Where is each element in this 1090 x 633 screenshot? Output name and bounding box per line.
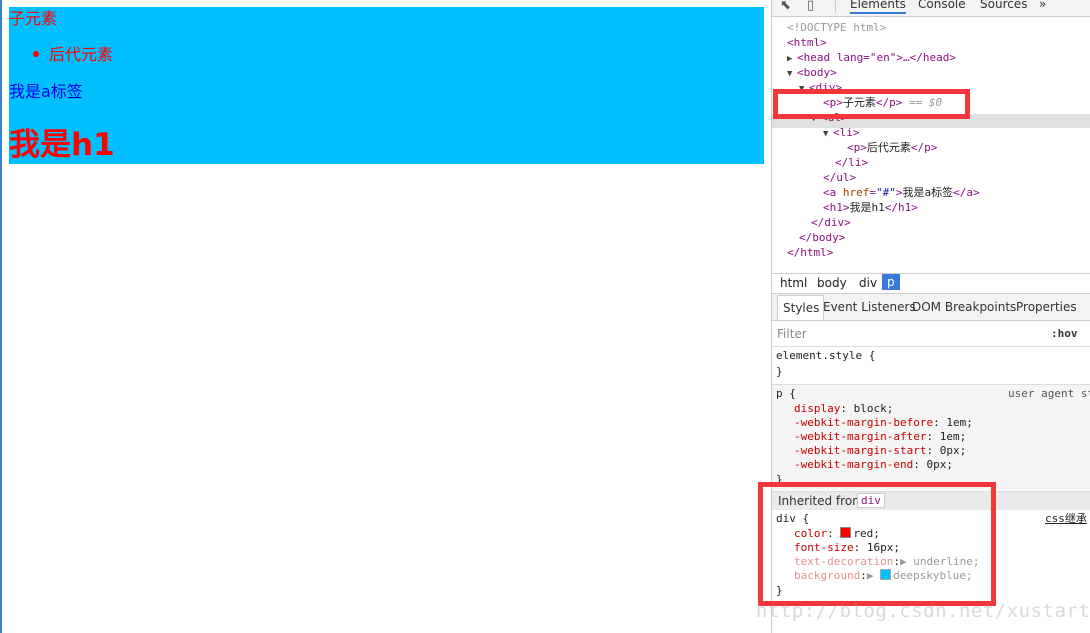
dom-doctype: <!DOCTYPE html> <box>787 21 887 34</box>
breadcrumb: html body div p <box>772 273 1090 294</box>
device-toolbar-icon[interactable]: ▯ <box>807 0 814 13</box>
breadcrumb-div[interactable]: div <box>859 276 877 290</box>
dom-h1-node[interactable]: <h1>我是h1</h1> <box>823 200 918 215</box>
filter-input[interactable]: Filter <box>777 327 807 341</box>
tab-console[interactable]: Console <box>918 0 966 11</box>
tab-styles[interactable]: Styles <box>777 295 825 320</box>
tab-dom-breakpoints[interactable]: DOM Breakpoints <box>912 300 1016 314</box>
p-user-agent-rule: p { user agent st display: block; -webki… <box>772 385 1090 490</box>
child-paragraph: 子元素 <box>9 9 58 28</box>
css-declaration: -webkit-margin-before: 1em; <box>794 416 973 429</box>
breadcrumb-html[interactable]: html <box>780 276 807 290</box>
css-declaration: -webkit-margin-after: 1em; <box>794 430 967 443</box>
watermark: http://blog.csdn.net/xustart7720 <box>756 600 1090 622</box>
dom-a-node[interactable]: <a href="#">我是a标签</a> <box>823 185 980 200</box>
styles-filter[interactable]: Filter :hov <box>772 321 1090 347</box>
rule-close-brace: } <box>776 365 783 378</box>
dom-tree: <!DOCTYPE html> <html> ▶ <head lang="en">… <box>772 18 1090 272</box>
dom-div-close[interactable]: </div> <box>811 215 851 230</box>
p-selector: p { <box>776 387 796 400</box>
toolbar-divider <box>835 0 836 13</box>
rule-origin: user agent st <box>1008 387 1090 400</box>
dom-li-node[interactable]: ▼ <li> <box>823 125 860 140</box>
annotation-box-selected-p <box>773 89 970 119</box>
collapse-arrow-icon[interactable]: ▼ <box>823 127 833 142</box>
annotation-box-inherited <box>758 482 996 606</box>
descendant-paragraph: 后代元素 <box>49 45 114 64</box>
browser-viewport: 子元素 后代元素 我是a标签 我是h1 <box>0 0 771 633</box>
more-tabs-icon[interactable]: » <box>1039 0 1046 11</box>
dom-li-close[interactable]: </li> <box>835 155 868 170</box>
tab-elements[interactable]: Elements <box>850 0 906 14</box>
stylesheet-link[interactable]: css继承 <box>1045 512 1087 526</box>
list-bullet <box>33 51 39 57</box>
css-declaration: -webkit-margin-start: 0px; <box>794 444 967 457</box>
breadcrumb-body[interactable]: body <box>817 276 847 290</box>
dom-ul-close[interactable]: </ul> <box>823 170 856 185</box>
anchor-link[interactable]: 我是a标签 <box>9 82 83 102</box>
demo-div: 子元素 后代元素 我是a标签 我是h1 <box>9 7 764 164</box>
hov-toggle[interactable]: :hov <box>1051 327 1078 340</box>
inspect-cursor-icon[interactable]: ⬉ <box>780 0 791 13</box>
tab-sources[interactable]: Sources <box>980 0 1027 11</box>
dom-body-node[interactable]: ▼ <body> <box>787 65 837 80</box>
breadcrumb-p[interactable]: p <box>882 274 900 290</box>
css-declaration: -webkit-margin-end: 0px; <box>794 458 953 471</box>
dom-head-node[interactable]: ▶ <head lang="en">…</head> <box>787 50 956 65</box>
dom-html-open[interactable]: <html> <box>787 35 827 50</box>
styles-subtabs: Styles Event Listeners DOM Breakpoints P… <box>772 294 1090 321</box>
collapse-arrow-icon[interactable]: ▼ <box>787 67 797 82</box>
element-style-selector: element.style { <box>776 349 876 362</box>
dom-body-close[interactable]: </body> <box>799 230 845 245</box>
css-declaration: display: block; <box>794 402 894 415</box>
tab-event-listeners[interactable]: Event Listeners <box>823 300 916 314</box>
devtools-tabbar: ⬉ ▯ Elements Console Sources » <box>772 0 1090 17</box>
element-style-rule: element.style { } <box>772 348 1090 385</box>
heading-h1: 我是h1 <box>9 127 115 163</box>
dom-li-p-node[interactable]: <p>后代元素</p> <box>847 140 937 155</box>
tab-properties[interactable]: Properties <box>1016 300 1077 314</box>
dom-html-close[interactable]: </html> <box>787 245 833 260</box>
